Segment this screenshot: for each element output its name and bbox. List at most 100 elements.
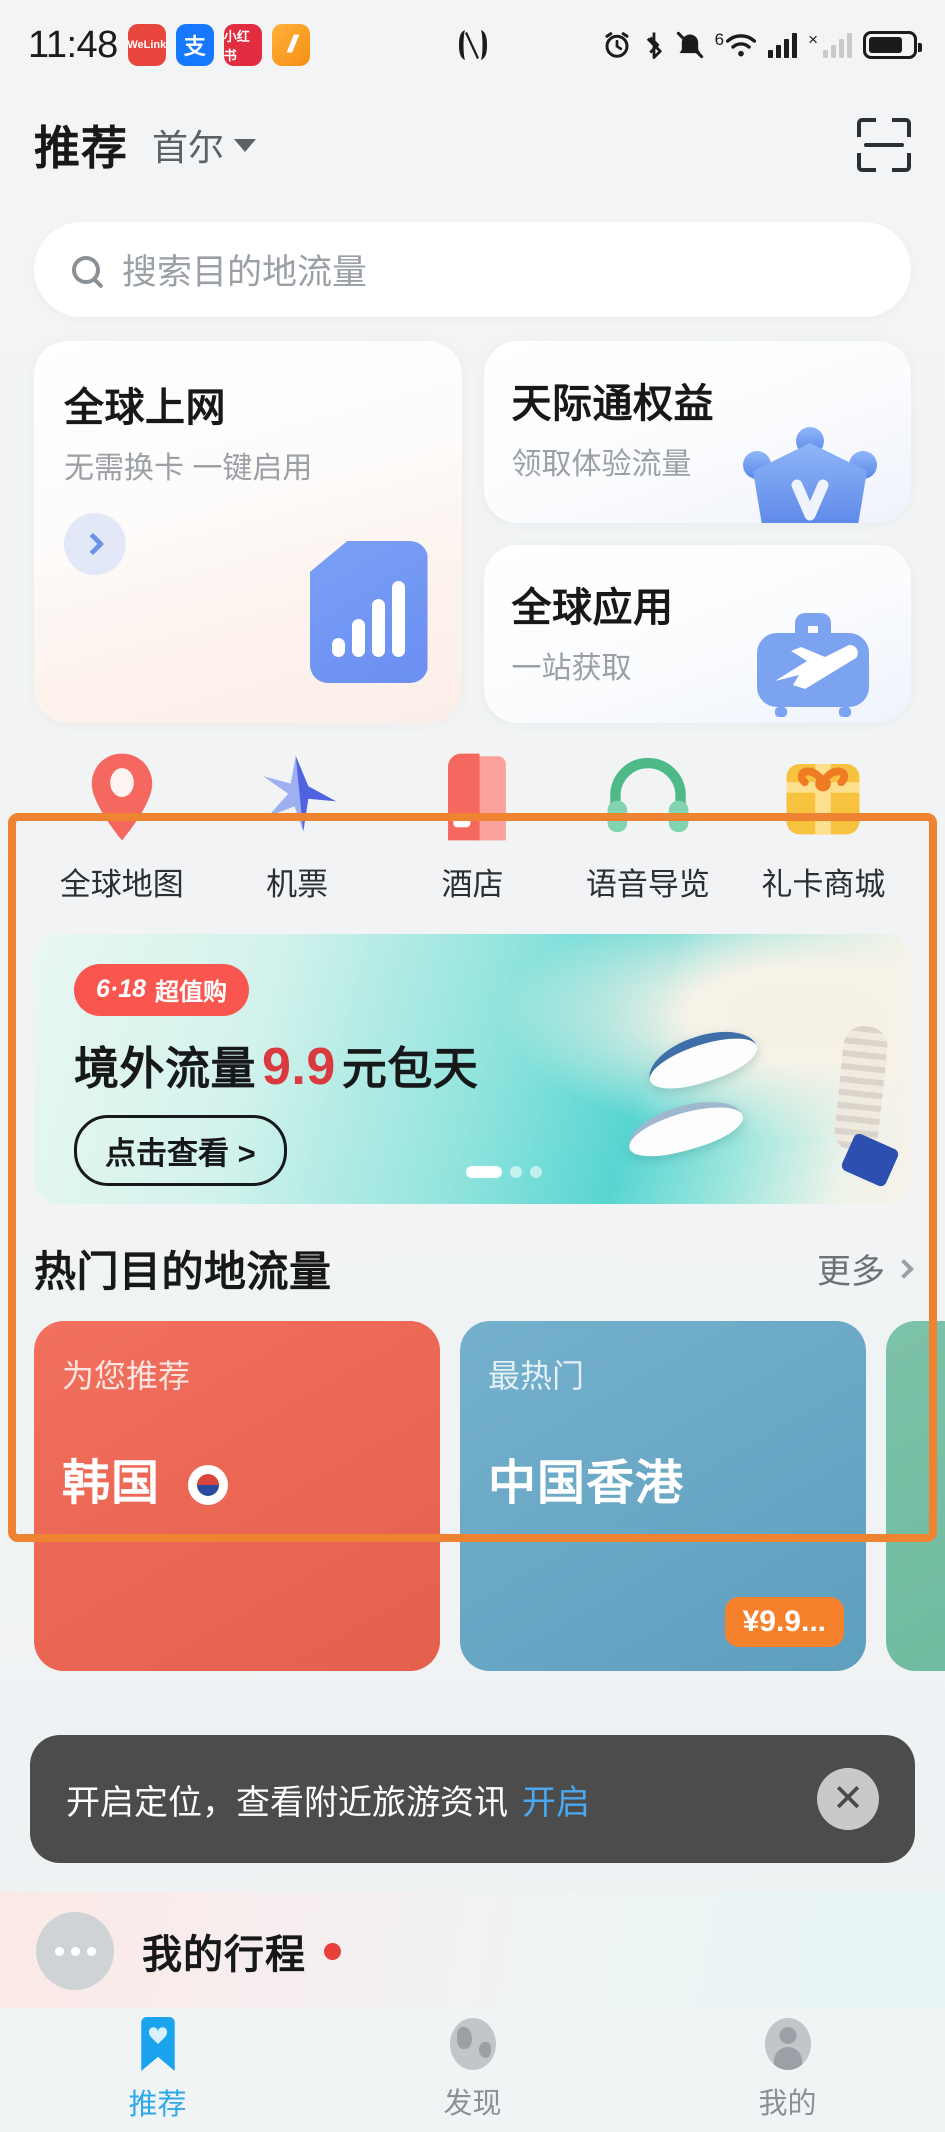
location-toast-message: 开启定位，查看附近旅游资讯: [66, 1783, 508, 1822]
bookmark-heart-icon: [140, 2017, 175, 2071]
alipay-app-label: 支: [183, 34, 206, 59]
status-time: 11:48: [28, 23, 118, 66]
promo-headline-prefix: 境外流量: [74, 1043, 257, 1094]
carousel-indicator[interactable]: [466, 1166, 542, 1178]
gift-icon: [786, 764, 860, 835]
destination-card-name: 中国香港: [488, 1457, 685, 1510]
my-trips-badge: [324, 1942, 341, 1960]
battery-icon: [863, 31, 922, 59]
location-permission-toast: 开启定位，查看附近旅游资讯 开启 ✕: [30, 1735, 915, 1863]
sim-signal-icon: [309, 541, 428, 683]
globe-icon: [449, 2018, 496, 2070]
card-skytone-rights-title: 天际通权益: [511, 382, 714, 426]
headphones-icon: [607, 757, 689, 833]
status-bar-left: 11:48 WeLink 支 小红书 //: [28, 24, 310, 67]
bluetooth-icon: [646, 32, 662, 59]
carousel-dot[interactable]: [510, 1166, 522, 1178]
quick-action-icon-flights[interactable]: [209, 751, 384, 843]
luggage-plane-icon: [757, 613, 869, 717]
search-bar[interactable]: 搜索目的地流量: [34, 222, 911, 317]
promo-banner[interactable]: 6·18 超值购 境外流量 9.9 元包天 点击查看 >: [34, 934, 911, 1204]
promo-headline-suffix: 元包天: [341, 1043, 479, 1094]
destination-card-name: 韩国: [62, 1443, 412, 1513]
card-global-apps[interactable]: 全球应用 一站获取: [483, 545, 911, 723]
card-global-internet-subtitle: 无需换卡 一键启用: [64, 452, 313, 485]
chevron-down-icon: [234, 138, 257, 152]
popular-section-header: 热门目的地流量 更多: [34, 1238, 914, 1299]
page-title: 推荐: [34, 122, 128, 174]
chevron-right-icon: [894, 1258, 914, 1279]
my-trips-label: 我的行程: [142, 1933, 306, 1977]
airplane-icon: [263, 756, 337, 832]
wifi-icon: 6: [715, 31, 757, 59]
mute-icon: [676, 31, 703, 59]
card-global-internet-title: 全球上网: [64, 386, 226, 430]
search-icon: [72, 255, 100, 284]
quick-action-labels: 全球地图 机票 酒店 语音导览 礼卡商城: [0, 843, 945, 904]
welink-app-label: WeLink: [127, 39, 166, 51]
destination-card-tag: 最热门: [488, 1358, 585, 1394]
popular-section-title: 热门目的地流量: [34, 1248, 332, 1295]
quick-action-label-map[interactable]: 全球地图: [34, 859, 209, 904]
feature-card-grid: 全球上网 无需换卡 一键启用 天际通权益 领取体验流量 全球应用 一站获取: [34, 341, 911, 723]
quick-action-label-audio-guide[interactable]: 语音导览: [560, 859, 735, 904]
quick-actions-section: 全球地图 机票 酒店 语音导览 礼卡商城 6·18 超值购 境外流量 9.9 元包天: [0, 751, 945, 1542]
destination-card-hongkong[interactable]: 最热门 中国香港 ¥9.9...: [460, 1321, 866, 1671]
person-icon: [764, 2018, 811, 2070]
nav-item-discover[interactable]: 发现: [315, 2008, 630, 2132]
card-global-internet-go-button[interactable]: [64, 513, 126, 575]
status-bar: 11:48 WeLink 支 小红书 // 6 ×: [0, 0, 945, 90]
orange-app-icon: //: [271, 24, 310, 66]
destination-card-tag: 为您推荐: [62, 1358, 191, 1394]
crown-icon: [743, 427, 877, 523]
signal-off-icon: ×: [808, 30, 818, 49]
wifi-gen-label: 6: [714, 30, 725, 49]
my-trips-bar[interactable]: 我的行程: [0, 1892, 945, 2010]
destination-card-korea[interactable]: 为您推荐 韩国: [34, 1321, 440, 1671]
korea-flag-icon: [188, 1465, 229, 1505]
nav-label-recommend: 推荐: [128, 2089, 187, 2121]
city-selector[interactable]: 首尔: [152, 119, 257, 171]
welink-app-icon: WeLink: [127, 24, 166, 66]
more-dots-icon[interactable]: [36, 1912, 114, 1990]
search-input[interactable]: 搜索目的地流量: [122, 244, 367, 295]
promo-price: 9.9: [262, 1038, 336, 1096]
carousel-dot-active[interactable]: [466, 1166, 502, 1178]
quick-action-icon-map[interactable]: [34, 751, 209, 843]
map-pin-icon: [91, 753, 152, 841]
destination-card-next[interactable]: [886, 1321, 945, 1671]
quick-action-label-flights[interactable]: 机票: [209, 859, 384, 904]
nav-item-recommend[interactable]: 推荐: [0, 2008, 315, 2132]
quick-action-icon-audio-guide[interactable]: [560, 751, 735, 843]
promo-headline: 境外流量 9.9 元包天: [74, 1032, 911, 1097]
card-global-internet[interactable]: 全球上网 无需换卡 一键启用: [34, 341, 462, 723]
alipay-app-icon: 支: [175, 24, 214, 66]
promo-cta-button[interactable]: 点击查看 >: [74, 1115, 287, 1186]
signal-secondary-icon: [823, 32, 852, 58]
feature-card-column-left: 全球上网 无需换卡 一键启用: [34, 341, 462, 723]
quick-action-icon-gift-mall[interactable]: [736, 751, 911, 843]
quick-action-label-hotel[interactable]: 酒店: [385, 859, 560, 904]
status-bar-right: 6 ×: [602, 30, 922, 60]
quick-action-icons: [0, 751, 945, 843]
orange-app-label: //: [285, 31, 297, 58]
popular-section-more-button[interactable]: 更多: [817, 1244, 914, 1293]
close-icon[interactable]: ✕: [817, 1768, 879, 1830]
nav-label-discover: 发现: [443, 2088, 502, 2120]
destination-card-name-text: 韩国: [62, 1457, 161, 1510]
card-skytone-rights[interactable]: 天际通权益 领取体验流量: [483, 341, 911, 523]
alarm-icon: [605, 32, 629, 58]
destination-card-row[interactable]: 为您推荐 韩国 最热门 中国香港 ¥9.9...: [34, 1321, 945, 1671]
promo-badge-text: 超值购: [155, 979, 228, 1006]
scan-icon[interactable]: [857, 118, 911, 172]
bottom-navigation: 推荐 发现 我的: [0, 2008, 945, 2132]
quick-action-label-gift-mall[interactable]: 礼卡商城: [736, 859, 911, 904]
quick-action-icon-hotel[interactable]: [385, 751, 560, 843]
promo-badge-date: 6·18: [96, 975, 147, 1003]
promo-badge: 6·18 超值购: [74, 964, 250, 1016]
app-screen: 11:48 WeLink 支 小红书 // 6 × 推荐 首尔 搜索目的地流量 …: [0, 0, 945, 2132]
nav-item-profile[interactable]: 我的: [630, 2008, 945, 2132]
carousel-dot[interactable]: [530, 1166, 542, 1178]
destination-card-price: ¥9.9...: [724, 1597, 844, 1647]
location-toast-enable-button[interactable]: 开启: [522, 1775, 590, 1824]
